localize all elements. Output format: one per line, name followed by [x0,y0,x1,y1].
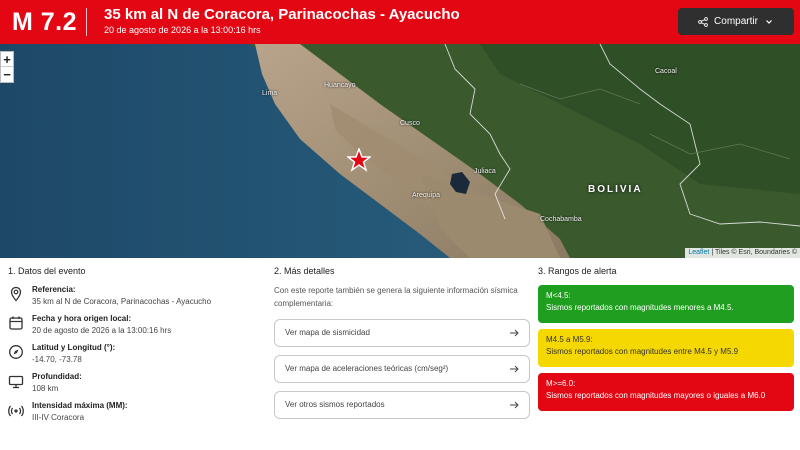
map-place-label: Huancayo [324,82,356,89]
intensity-icon [8,405,24,417]
alert-range-label: M<4.5: [546,291,571,300]
info-key: Fecha y hora origen local: [32,314,132,323]
calendar-icon [9,316,23,330]
info-row-reference: Referencia: 35 km al N de Coracora, Pari… [8,285,254,306]
epicenter-star-icon[interactable] [347,148,371,172]
event-title: 35 km al N de Coracora, Parinacochas - A… [104,6,460,23]
alert-range-label: M4.5 a M5.9: [546,335,593,344]
info-value: 108 km [32,384,59,393]
info-row-depth: Profundidad: 108 km [8,372,254,393]
info-value: -14.70, -73.78 [32,355,82,364]
alert-range-red: M>=6.0: Sismos reportados con magnitudes… [538,373,794,411]
link-label: Ver mapa de sismicidad [285,328,370,338]
link-label: Ver otros sismos reportados [285,400,385,410]
attribution-text: | Tiles © Esri, Boundaries © [709,249,797,256]
country-label: BOLIVIA [588,184,643,195]
map-terrain [0,44,800,258]
info-key: Profundidad: [32,372,82,381]
details-intro: Con este reporte también se genera la si… [274,286,518,308]
share-icon [698,16,708,27]
share-button[interactable]: Compartir [678,8,794,35]
alert-range-desc: Sismos reportados con magnitudes menores… [546,303,734,312]
alert-range-desc: Sismos reportados con magnitudes mayores… [546,391,766,400]
info-key: Referencia: [32,285,76,294]
location-pin-icon [10,286,22,302]
link-label: Ver mapa de aceleraciones teóricas (cm/s… [285,364,449,374]
info-value: 20 de agosto de 2026 a la 13:00:16 hrs [32,326,172,335]
depth-icon [8,375,24,389]
info-key: Latitud y Longitud (°): [32,343,116,352]
zoom-control: + − [0,51,14,83]
arrow-right-icon [510,365,519,372]
map-place-label: Cacoal [655,68,677,75]
info-value: 35 km al N de Coracora, Parinacochas - A… [32,297,212,306]
acceleration-map-link[interactable]: Ver mapa de aceleraciones teóricas (cm/s… [274,354,530,383]
map-place-label: Arequipa [412,192,441,199]
event-header: M 7.2 35 km al N de Coracora, Parinacoch… [0,0,800,44]
section-title: 3. Rangos de alerta [538,266,617,276]
more-details-panel: 2. Más detalles Con este reporte también… [262,258,532,450]
alert-range-desc: Sismos reportados con magnitudes entre M… [546,347,739,356]
alert-range-yellow: M4.5 a M5.9: Sismos reportados con magni… [538,329,794,367]
event-data-panel: 1. Datos del evento Referencia: 35 km al… [0,258,262,450]
info-row-coordinates: Latitud y Longitud (°): -14.70, -73.78 [8,343,254,364]
info-row-intensity: Intensidad máxima (MM): III-IV Coracora [8,401,254,422]
alert-range-green: M<4.5: Sismos reportados con magnitudes … [538,285,794,323]
compass-icon [9,345,23,359]
share-label: Compartir [714,16,758,27]
chevron-down-icon [766,19,772,24]
epicenter-map[interactable]: + − Lima Huancayo Cusco Arequipa Cochaba… [0,44,800,258]
map-place-label: Lima [262,90,278,97]
info-row-datetime: Fecha y hora origen local: 20 de agosto … [8,314,254,335]
header-divider [86,8,87,36]
map-place-label: Cusco [400,120,420,127]
section-title: 2. Más detalles [274,266,335,276]
map-place-label: Cochabamba [540,216,582,223]
map-place-label: Juliaca [474,168,496,175]
arrow-right-icon [510,401,519,408]
zoom-out-button[interactable]: − [1,67,13,82]
magnitude-label: M 7.2 [12,8,78,36]
seismicity-map-link[interactable]: Ver mapa de sismicidad [274,318,530,347]
leaflet-link[interactable]: Leaflet [688,249,709,256]
alert-ranges-panel: 3. Rangos de alerta M<4.5: Sismos report… [532,258,800,450]
zoom-in-button[interactable]: + [1,52,13,67]
alert-range-label: M>=6.0: [546,379,576,388]
other-earthquakes-link[interactable]: Ver otros sismos reportados [274,390,530,419]
map-attribution: Leaflet | Tiles © Esri, Boundaries © [685,248,800,258]
arrow-right-icon [510,329,519,336]
info-key: Intensidad máxima (MM): [32,401,128,410]
event-datetime: 20 de agosto de 2026 a la 13:00:16 hrs [104,25,261,35]
section-title: 1. Datos del evento [8,266,86,276]
info-value: III-IV Coracora [32,413,85,422]
